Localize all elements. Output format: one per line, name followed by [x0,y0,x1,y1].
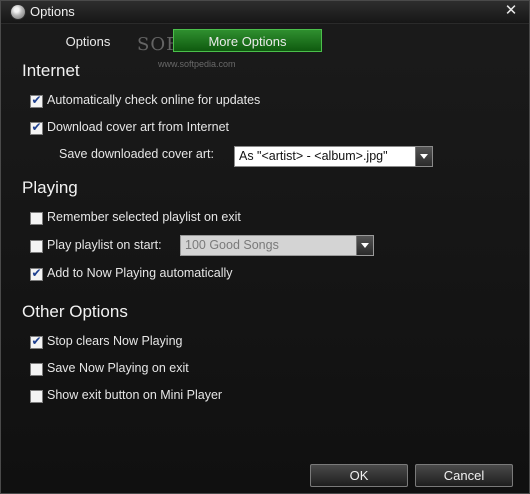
stop-clears-now-playing-label: Stop clears Now Playing [47,334,183,348]
start-playlist-select[interactable]: 100 Good Songs [180,235,374,256]
download-cover-art-checkbox[interactable]: ✔ [30,120,43,135]
close-icon[interactable]: ✕ [502,2,520,20]
checkmark-icon: ✔ [31,266,42,280]
save-cover-art-label: Save downloaded cover art: [59,147,214,161]
add-now-playing-label: Add to Now Playing automatically [47,266,233,280]
checkmark-icon: ✔ [31,120,42,134]
checkmark-icon: ✔ [31,93,42,107]
title-bar: Options ✕ [1,1,529,24]
options-window: Options ✕ Options SOFTPEDIA More Options… [0,0,530,494]
show-exit-button-label: Show exit button on Mini Player [47,388,223,402]
save-now-playing-checkbox[interactable] [30,363,43,376]
show-exit-button-checkbox[interactable] [30,390,43,403]
tab-more-options[interactable]: More Options [173,29,322,52]
auto-check-updates-label: Automatically check online for updates [47,93,261,107]
watermark-url: www.softpedia.com [158,59,236,69]
section-heading-playing: Playing [22,178,78,197]
disc-icon [11,5,25,19]
section-heading-other-options: Other Options [22,302,128,321]
auto-check-updates-checkbox[interactable]: ✔ [30,93,43,108]
play-on-start-label: Play playlist on start: [47,238,162,252]
tab-options[interactable]: Options [57,31,119,53]
section-heading-internet: Internet [22,61,80,80]
remember-playlist-label: Remember selected playlist on exit [47,210,241,224]
add-now-playing-checkbox[interactable]: ✔ [30,266,43,281]
start-playlist-value: 100 Good Songs [185,238,279,252]
window-title: Options [30,4,75,19]
download-cover-art-label: Download cover art from Internet [47,120,230,134]
chevron-down-icon[interactable] [356,236,373,255]
cover-art-filename-select[interactable]: As "<artist> - <album>.jpg" [234,146,433,167]
checkmark-icon: ✔ [31,334,42,348]
cancel-button[interactable]: Cancel [415,464,513,487]
ok-button[interactable]: OK [310,464,408,487]
cover-art-filename-value: As "<artist> - <album>.jpg" [239,149,388,163]
chevron-down-icon[interactable] [415,147,432,166]
save-now-playing-label: Save Now Playing on exit [47,361,189,375]
play-on-start-checkbox[interactable] [30,240,43,253]
stop-clears-now-playing-checkbox[interactable]: ✔ [30,334,43,349]
remember-playlist-checkbox[interactable] [30,212,43,225]
